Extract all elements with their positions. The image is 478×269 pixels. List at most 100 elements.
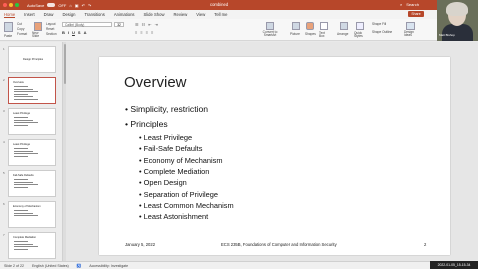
minimize-window-button[interactable]: [9, 3, 13, 7]
slide-thumbnail[interactable]: 4 Least Privilege: [3, 139, 56, 166]
thumbnail-text-line: [14, 122, 38, 123]
tab-home[interactable]: Home: [4, 12, 16, 18]
thumbnail-text-line: [14, 124, 28, 126]
tab-review[interactable]: Review: [173, 12, 187, 17]
tab-transitions[interactable]: Transitions: [84, 12, 104, 17]
thumbnail-text-line: [14, 241, 28, 242]
bullet-text: Complete Mediation: [143, 166, 210, 176]
tab-insert[interactable]: Insert: [24, 12, 34, 17]
underline-button[interactable]: U: [72, 30, 75, 35]
strikethrough-button[interactable]: S: [78, 30, 81, 35]
cut-label[interactable]: Cut: [17, 22, 22, 26]
share-button[interactable]: Share: [408, 11, 424, 17]
tab-view[interactable]: View: [196, 12, 205, 17]
bullet-text: Separation of Privilege: [143, 189, 219, 199]
save-icon[interactable]: ▣: [75, 3, 79, 8]
bullet-item: • Fail-Safe Defaults: [139, 144, 202, 153]
slide-thumbnail[interactable]: 5 Fail-Safe Defaults: [3, 170, 56, 197]
tab-design[interactable]: Design: [62, 12, 75, 17]
shapes-label[interactable]: Shapes: [305, 32, 316, 36]
thumbnail-text-line: [14, 210, 28, 211]
arrange-icon[interactable]: [340, 22, 348, 30]
slide-thumbnail[interactable]: 2 Overview: [3, 77, 56, 104]
bullet-text: Fail-Safe Defaults: [143, 144, 203, 154]
decrease-indent-icon[interactable]: ⇤: [148, 22, 151, 27]
thumbnail-title: Overview: [13, 81, 24, 84]
arrange-label[interactable]: Arrange: [337, 32, 348, 36]
zoom-window-button[interactable]: [15, 3, 19, 7]
thumbnail-number: 1: [3, 47, 5, 51]
format-label[interactable]: Format: [17, 32, 27, 36]
picture-label[interactable]: Picture: [290, 32, 300, 36]
tab-slide-show[interactable]: Slide Show: [144, 12, 165, 17]
increase-indent-icon[interactable]: ⇥: [155, 22, 158, 27]
tab-draw[interactable]: Draw: [44, 12, 54, 17]
search-icon[interactable]: ⌕: [400, 2, 402, 7]
current-slide[interactable]: Overview • Simplicity, restriction • Prin…: [99, 57, 450, 255]
design-ideas-label[interactable]: Design Ideas: [404, 30, 417, 38]
bullet-text: Economy of Mechanism: [143, 155, 223, 165]
tab-animations[interactable]: Animations: [114, 12, 135, 17]
thumbnail-title: Least Privilege: [13, 112, 31, 115]
bold-button[interactable]: B: [62, 30, 65, 35]
copy-label[interactable]: Copy: [17, 27, 24, 31]
language-status[interactable]: English (United States): [32, 264, 69, 268]
shape-fill-label[interactable]: Shape Fill: [372, 22, 386, 26]
quick-styles-label[interactable]: Quick Styles: [354, 31, 366, 39]
tab-tell-me[interactable]: Tell me: [214, 12, 227, 17]
quick-styles-icon[interactable]: [356, 22, 364, 30]
textbox-label[interactable]: Text Box: [319, 31, 329, 39]
shapes-icon[interactable]: [306, 22, 314, 30]
reset-label[interactable]: Reset: [46, 27, 54, 31]
section-label[interactable]: Section: [46, 32, 57, 36]
thumbnail-title: Design Principles: [23, 58, 44, 61]
font-color-icon[interactable]: A: [84, 30, 87, 35]
textbox-icon[interactable]: [320, 22, 328, 30]
slide-count: Slide 2 of 22: [4, 263, 24, 268]
font-name-select[interactable]: Calibri (Body): [62, 22, 112, 27]
design-ideas-icon[interactable]: [406, 22, 415, 30]
slide-thumbnail[interactable]: 7 Complete Mediation: [3, 232, 56, 259]
autosave-label: AutoSave: [27, 2, 45, 8]
numbering-icon[interactable]: ☷: [142, 22, 146, 27]
home-icon[interactable]: ⌂: [69, 3, 71, 8]
undo-icon[interactable]: ↶: [82, 3, 85, 8]
close-window-button[interactable]: [3, 3, 7, 7]
layout-label[interactable]: Layout: [46, 22, 56, 26]
thumbnail-text-line: [14, 184, 38, 185]
font-size-select[interactable]: 32: [114, 22, 124, 27]
picture-icon[interactable]: [292, 22, 300, 30]
new-slide-label[interactable]: New Slide: [32, 31, 44, 39]
thumbnail-text-line: [14, 148, 28, 149]
slide-title[interactable]: Overview: [124, 74, 187, 91]
slide-thumbnail[interactable]: 6 Economy of Mechanism: [3, 201, 56, 228]
align-left-icon[interactable]: ≡: [135, 30, 137, 35]
autosave-toggle[interactable]: [47, 3, 56, 7]
thumbnail-number: 5: [3, 171, 5, 175]
thumbnail-text-line: [14, 243, 33, 245]
accessibility-status[interactable]: Accessibility: Investigate: [89, 264, 128, 268]
new-slide-icon[interactable]: [34, 22, 42, 31]
align-right-icon[interactable]: ≡: [146, 30, 148, 35]
paste-label[interactable]: Paste: [4, 34, 12, 38]
redo-icon[interactable]: ↷: [88, 3, 91, 8]
slide-thumbnail[interactable]: 1 Design Principles: [3, 46, 56, 73]
convert-smartart-label[interactable]: Convert to SmartArt: [260, 30, 280, 38]
thumbnail-title: Complete Mediation: [13, 236, 37, 239]
thumbnail-number: 7: [3, 233, 5, 237]
thumbnail-text-line: [14, 96, 33, 97]
thumbnail-title: Economy of Mechanism: [13, 205, 41, 208]
slide-thumbnail[interactable]: 3 Least Privilege: [3, 108, 56, 135]
convert-smartart-icon[interactable]: [266, 22, 274, 30]
thumbnail-text-line: [14, 181, 33, 183]
alignment-group: ≡ ≡ ≡ ≡: [135, 30, 153, 35]
justify-icon[interactable]: ≡: [151, 30, 153, 35]
search-label[interactable]: Search: [406, 2, 419, 7]
italic-button[interactable]: I: [68, 30, 69, 35]
paste-icon[interactable]: [4, 22, 13, 32]
bullet-item: • Least Astonishment: [139, 212, 208, 221]
align-center-icon[interactable]: ≡: [140, 30, 142, 35]
shape-outline-label[interactable]: Shape Outline: [372, 30, 392, 34]
bullet-text: Simplicity, restriction: [130, 104, 209, 114]
bullets-icon[interactable]: ☰: [135, 22, 139, 27]
